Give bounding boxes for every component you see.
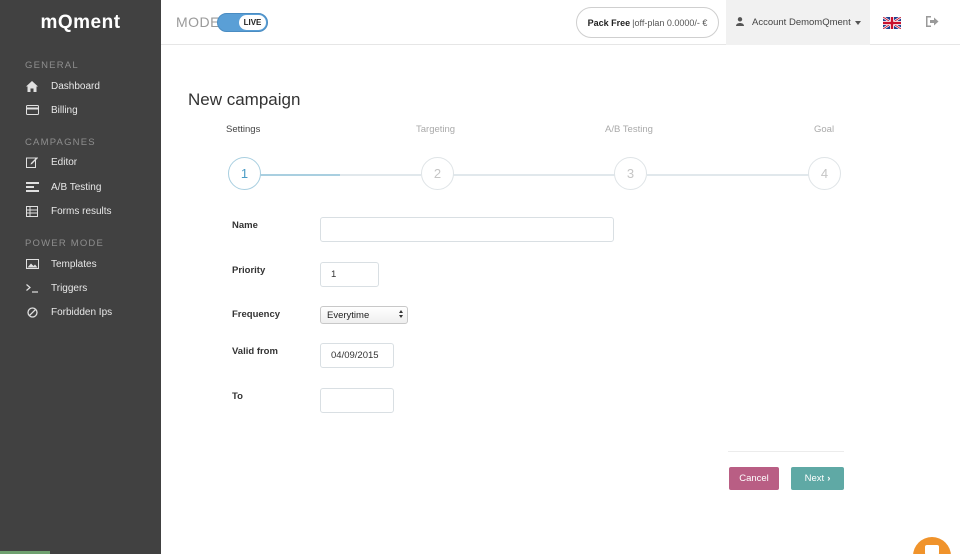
- sidebar-item-triggers[interactable]: Triggers: [0, 276, 161, 300]
- pack-name: Pack Free: [587, 17, 631, 28]
- step-1[interactable]: 1: [228, 157, 261, 190]
- section-title-general: GENERAL: [25, 60, 79, 71]
- step-connector: [647, 174, 809, 176]
- sidebar-item-label: Billing: [51, 104, 78, 116]
- ab-testing-icon: [25, 180, 39, 194]
- frequency-value: Everytime: [327, 309, 370, 321]
- home-icon: [25, 79, 39, 93]
- sidebar-item-ab-testing[interactable]: A/B Testing: [0, 175, 161, 199]
- chevron-right-icon: ›: [827, 473, 831, 484]
- pack-badge[interactable]: Pack Free |off-plan 0.0000/- €: [576, 7, 719, 38]
- sidebar-item-forbidden-ips[interactable]: Forbidden Ips: [0, 300, 161, 324]
- step-label-settings[interactable]: Settings: [226, 124, 260, 135]
- pack-detail: |off-plan 0.0000/- €: [632, 17, 708, 28]
- chevron-down-icon: [854, 20, 861, 25]
- sidebar: mQment GENERAL Dashboard Billing CAMPAGN…: [0, 0, 161, 554]
- divider: [728, 451, 844, 452]
- sidebar-item-forms-results[interactable]: Forms results: [0, 199, 161, 223]
- image-icon: [25, 257, 39, 271]
- select-arrows-icon: [399, 310, 403, 318]
- account-menu[interactable]: Account DemomQment: [726, 0, 870, 45]
- account-label: Account DemomQment: [752, 17, 851, 28]
- terminal-icon: [25, 281, 39, 295]
- uk-flag-icon[interactable]: [882, 16, 902, 30]
- step-progress: [260, 174, 340, 176]
- sidebar-item-label: Editor: [51, 156, 78, 168]
- step-connector: [453, 174, 615, 176]
- user-icon: [736, 16, 744, 29]
- step-4[interactable]: 4: [808, 157, 841, 190]
- valid-from-input[interactable]: 04/09/2015: [320, 343, 394, 368]
- priority-label: Priority: [232, 265, 266, 276]
- sidebar-item-label: Triggers: [51, 282, 88, 294]
- step-label-ab-testing[interactable]: A/B Testing: [605, 124, 653, 135]
- sidebar-item-label: Forbidden Ips: [51, 306, 113, 318]
- page-title: New campaign: [188, 90, 301, 109]
- step-3[interactable]: 3: [614, 157, 647, 190]
- frequency-label: Frequency: [232, 309, 281, 320]
- sidebar-item-label: Templates: [51, 258, 97, 270]
- logo[interactable]: mQment: [0, 0, 161, 45]
- section-title-power-mode: POWER MODE: [25, 238, 105, 249]
- cancel-button[interactable]: Cancel: [729, 467, 779, 490]
- table-icon: [25, 204, 39, 218]
- credit-card-icon: [25, 103, 39, 117]
- step-2[interactable]: 2: [421, 157, 454, 190]
- toggle-label: LIVE: [239, 15, 266, 30]
- sidebar-item-label: Forms results: [51, 205, 112, 217]
- name-input[interactable]: [320, 217, 614, 242]
- section-title-campagnes: CAMPAGNES: [25, 137, 96, 148]
- name-label: Name: [232, 220, 258, 231]
- priority-input[interactable]: 1: [320, 262, 379, 287]
- to-input[interactable]: [320, 388, 394, 413]
- sidebar-item-templates[interactable]: Templates: [0, 252, 161, 276]
- step-label-goal[interactable]: Goal: [814, 124, 834, 135]
- to-label: To: [232, 391, 243, 402]
- valid-from-label: Valid from: [232, 346, 278, 357]
- sidebar-item-dashboard[interactable]: Dashboard: [0, 74, 161, 98]
- logout-icon[interactable]: [925, 15, 939, 33]
- header: MODE LIVE Pack Free |off-plan 0.0000/- €…: [161, 0, 960, 45]
- edit-icon: [25, 155, 39, 169]
- mode-label: MODE: [176, 14, 220, 30]
- sidebar-item-billing[interactable]: Billing: [0, 98, 161, 122]
- cancel-button-label: Cancel: [739, 473, 769, 484]
- sidebar-item-editor[interactable]: Editor: [0, 150, 161, 174]
- ban-icon: [25, 305, 39, 319]
- sidebar-item-label: A/B Testing: [51, 181, 102, 193]
- step-label-targeting[interactable]: Targeting: [416, 124, 455, 135]
- sidebar-item-label: Dashboard: [51, 80, 100, 92]
- live-mode-toggle[interactable]: LIVE: [217, 13, 268, 32]
- chat-help-button[interactable]: [913, 537, 951, 554]
- next-button[interactable]: Next ›: [791, 467, 844, 490]
- next-button-label: Next: [804, 473, 825, 484]
- frequency-select[interactable]: Everytime: [320, 306, 408, 324]
- chat-icon: [925, 545, 939, 554]
